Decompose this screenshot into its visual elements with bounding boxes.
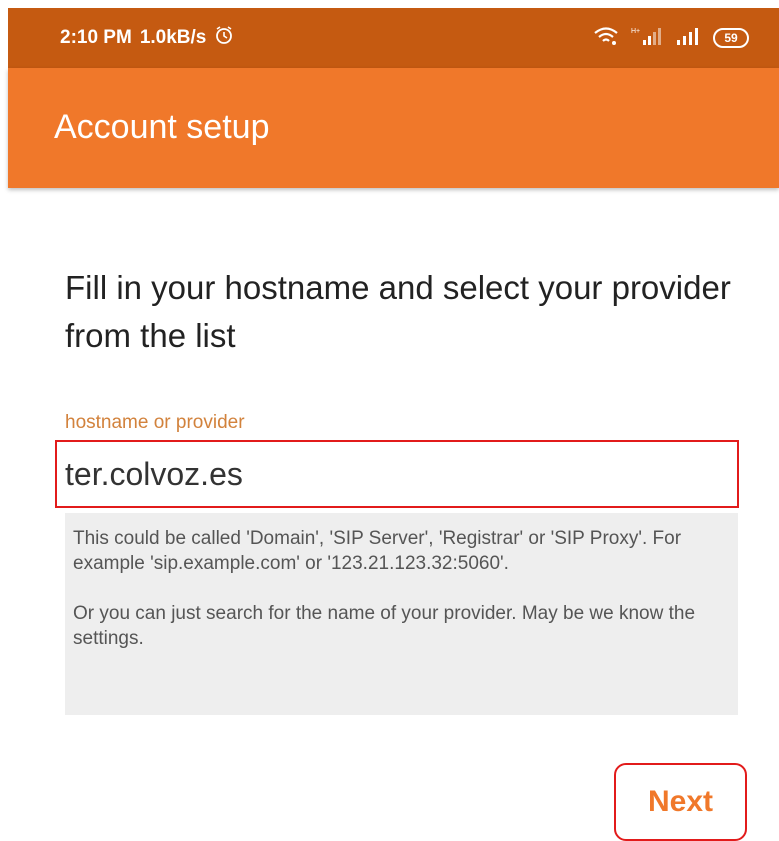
status-bar-left: 2:10 PM 1.0kB/s (60, 8, 234, 68)
next-button[interactable]: Next (614, 763, 747, 841)
hint-text-domain: This could be called 'Domain', 'SIP Serv… (73, 528, 682, 574)
status-bar-right: H+ 59 (593, 8, 749, 68)
battery-level: 59 (724, 31, 738, 45)
hostname-label: hostname or provider (65, 412, 245, 433)
status-bar: 2:10 PM 1.0kB/s H+ 59 (8, 8, 779, 68)
instruction-text: Fill in your hostname and select your pr… (65, 269, 731, 354)
hostname-input[interactable] (65, 448, 665, 500)
page-title: Account setup (54, 108, 270, 146)
signal-hplus-icon: H+ (631, 26, 663, 51)
status-time: 2:10 PM (60, 27, 132, 48)
hostname-field[interactable] (55, 440, 739, 508)
wifi-icon (593, 26, 619, 51)
status-network-speed: 1.0kB/s (139, 27, 207, 48)
hint-text-search: Or you can just search for the name of y… (73, 603, 696, 649)
alarm-icon (214, 25, 234, 51)
signal-icon (675, 26, 701, 51)
battery-icon: 59 (713, 28, 749, 48)
app-bar: Account setup (8, 68, 779, 188)
svg-text:H+: H+ (631, 28, 640, 35)
hint-panel: This could be called 'Domain', 'SIP Serv… (65, 513, 738, 715)
